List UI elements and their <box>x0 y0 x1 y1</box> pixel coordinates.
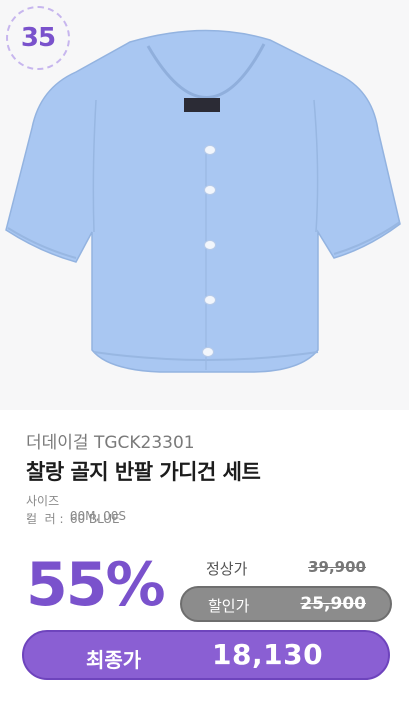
regular-price-label: 정상가 <box>206 560 248 578</box>
final-price: 18,130 <box>212 638 324 671</box>
final-price-label: 최종가 <box>86 648 142 672</box>
cardigan-image <box>5 29 401 373</box>
sale-price-pill: 할인가 25,900 <box>180 586 392 622</box>
product-image[interactable]: 35 <box>0 0 409 410</box>
sale-price: 25,900 <box>300 594 366 614</box>
product-title[interactable]: 찰랑 골지 반팔 가디건 세트 <box>26 456 261 486</box>
brand-model: 더데이걸 TGCK23301 <box>26 433 195 453</box>
final-price-button[interactable]: 최종가 18,130 <box>22 630 390 680</box>
sale-price-label: 할인가 <box>208 597 250 615</box>
rank-badge: 35 <box>6 6 70 70</box>
regular-price-row: 정상가 39,900 <box>206 558 376 580</box>
regular-price: 39,900 <box>308 558 366 576</box>
discount-rate: 55% <box>26 550 166 620</box>
color-option: 컬 러 : 60 BLUE <box>26 510 120 527</box>
color-label: 컬 러 : <box>26 512 64 526</box>
color-value: 60 BLUE <box>69 512 120 526</box>
